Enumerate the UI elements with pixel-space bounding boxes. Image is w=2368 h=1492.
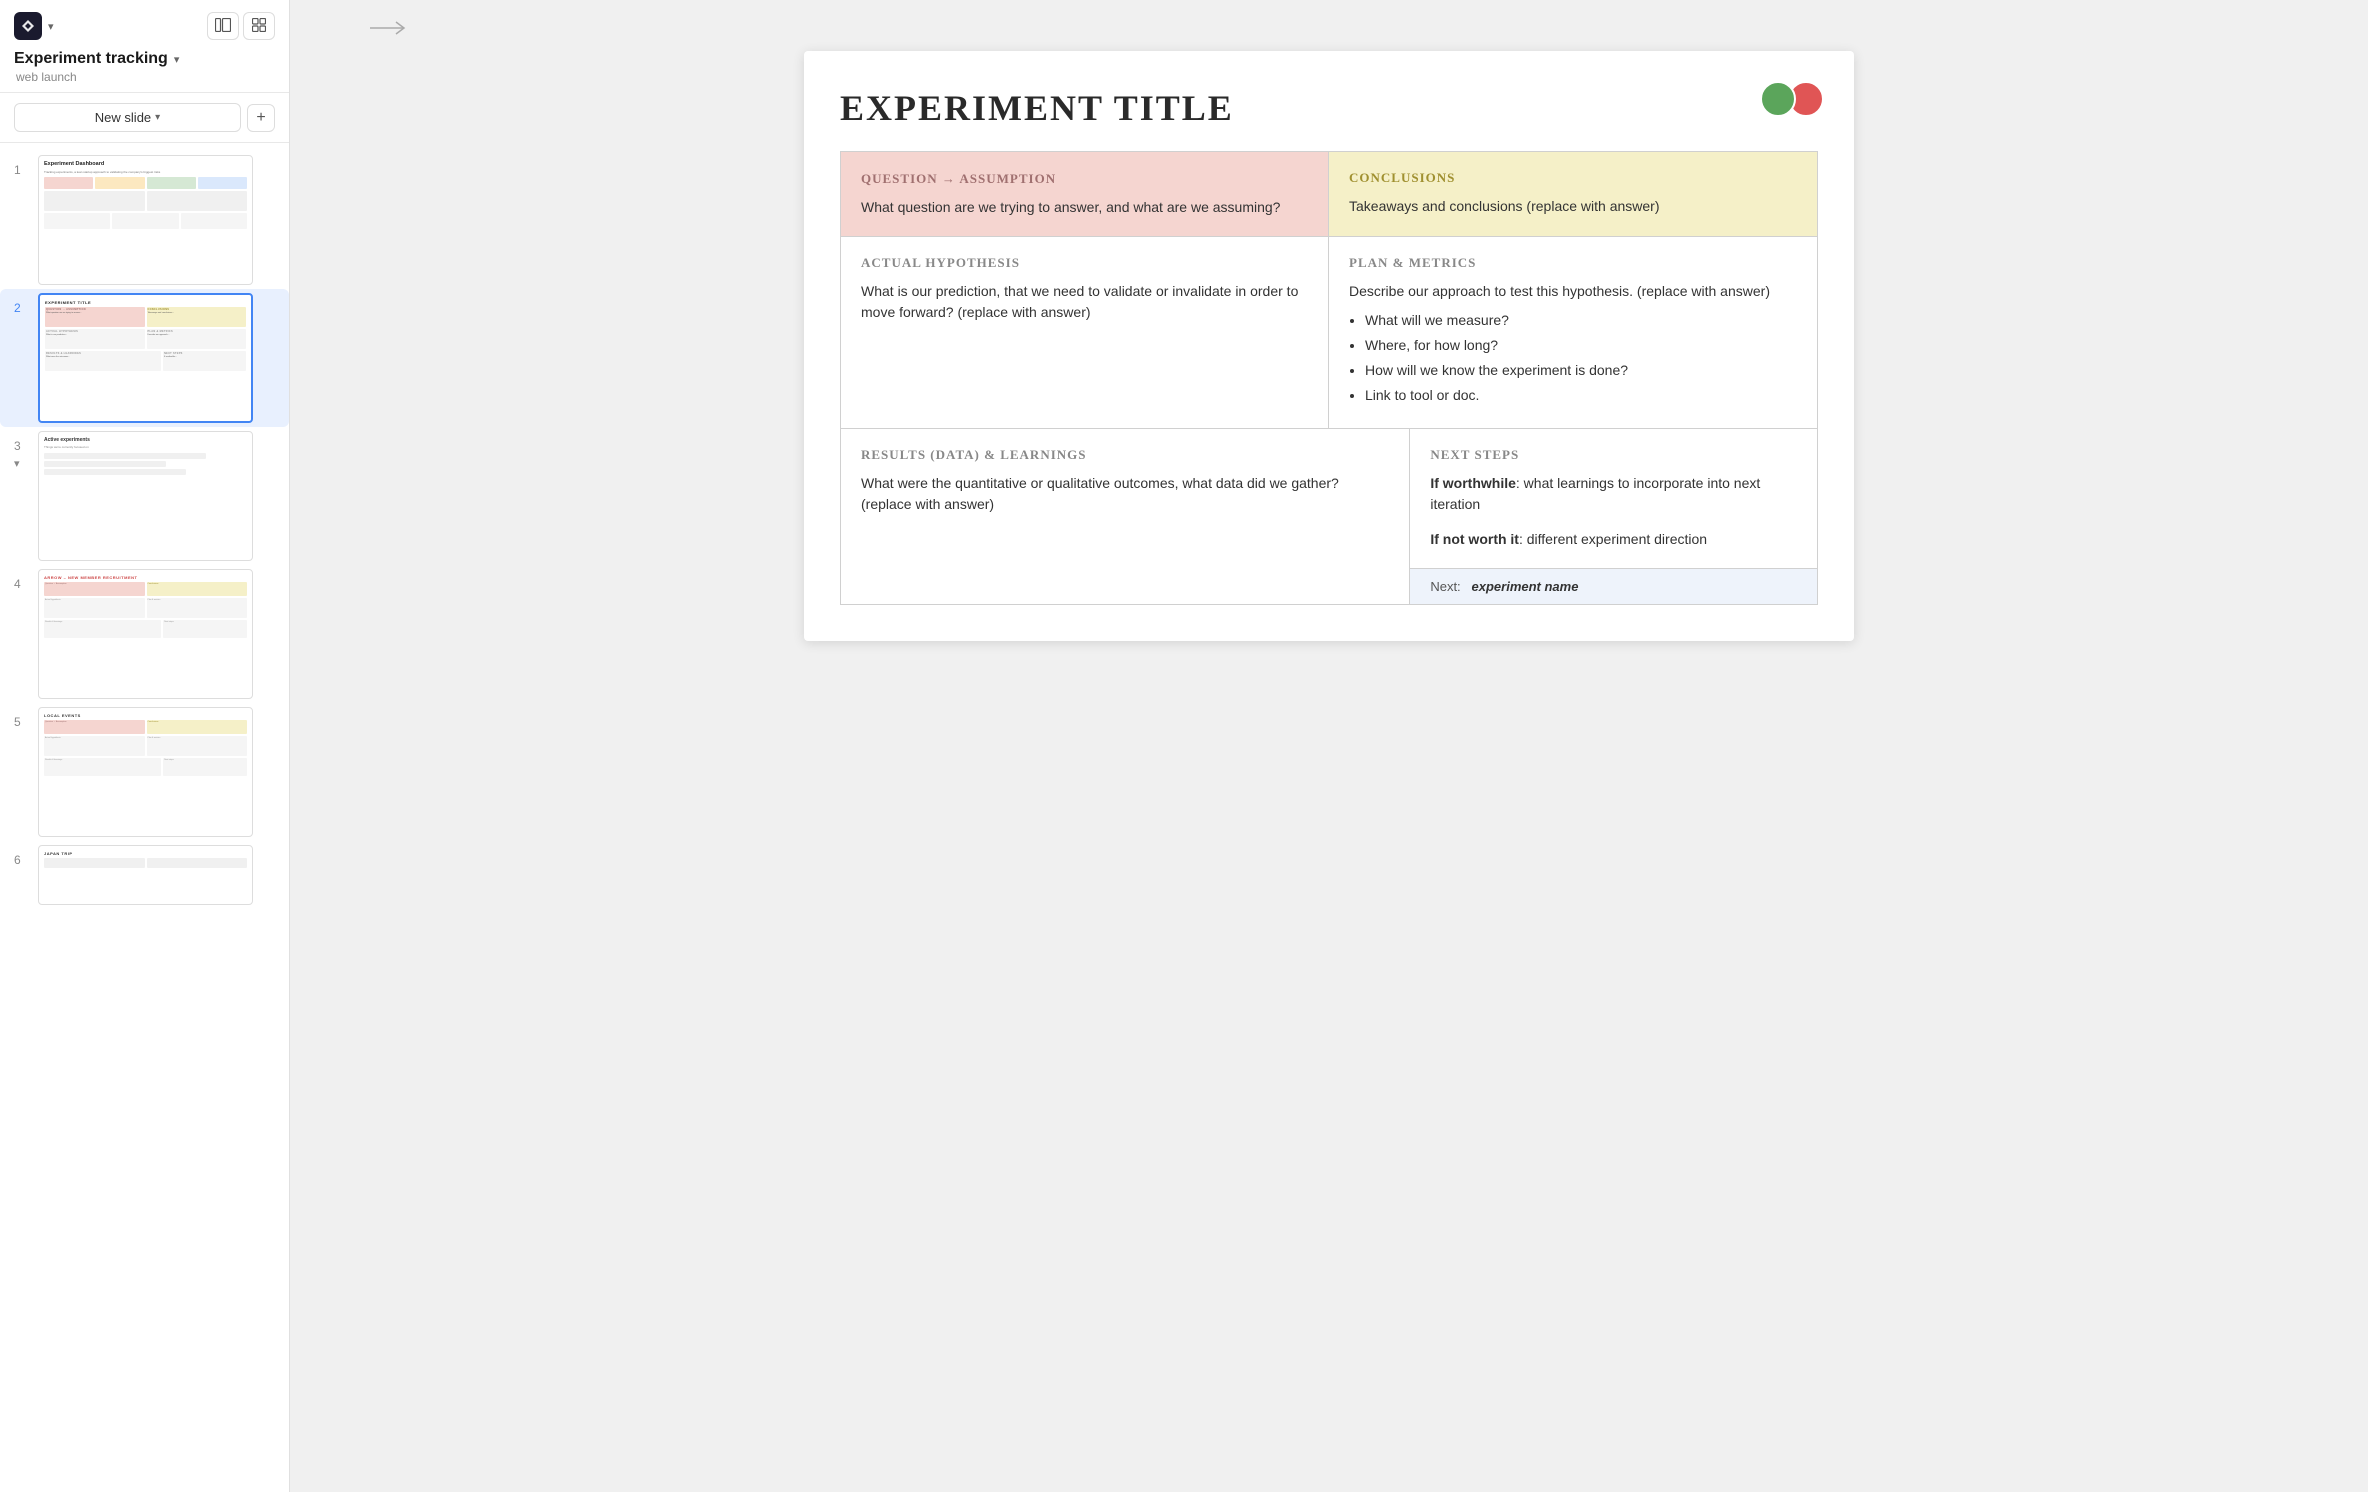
panel-icon [215,18,231,35]
slide-item-1[interactable]: 1 Experiment Dashboard Tracking experime… [0,151,289,289]
slide-content-5: Local events Question → Assumption Concl… [38,707,281,837]
slide-thumbnail-1: Experiment Dashboard Tracking experiment… [38,155,253,285]
project-title-chevron-icon: ▾ [174,53,180,66]
project-title: Experiment tracking [14,50,168,68]
conclusions-heading: Conclusions [1349,170,1797,186]
panel-view-toggle[interactable] [207,12,239,40]
sidebar-header: ▾ [0,0,289,93]
project-title-row[interactable]: Experiment tracking ▾ [14,50,275,68]
sidebar: ▾ [0,0,290,1492]
slide-content-2: Experiment title Question → Assumption W… [38,293,281,423]
results-heading: Results (data) & learnings [861,447,1389,463]
grid-icon [252,18,266,35]
slide-item-4[interactable]: 4 Arrow – new member recruitment Questio… [0,565,289,703]
plan-bullets: What will we measure? Where, for how lon… [1365,310,1797,406]
nextsteps-main: Next steps If worthwhile: what learnings… [1410,429,1817,568]
view-toggles [207,12,275,40]
content-grid: Question → Assumption What question are … [840,151,1818,605]
nextsteps-notworth-body: : different experiment direction [1519,531,1707,547]
slide-number-5: 5 [14,715,30,729]
question-heading: Question → Assumption [861,171,1056,187]
grid-view-toggle[interactable] [243,12,275,40]
main-area: Experiment title Question → Assumption W… [290,0,2368,1492]
hypothesis-body: What is our prediction, that we need to … [861,281,1308,323]
new-slide-chevron-icon: ▾ [155,112,160,123]
plan-bullet-4: Link to tool or doc. [1365,385,1797,406]
conclusions-body: Takeaways and conclusions (replace with … [1349,196,1797,217]
nextsteps-worthwhile: If worthwhile: what learnings to incorpo… [1430,473,1797,515]
app-logo-icon [14,12,42,40]
plan-body: Describe our approach to test this hypot… [1349,281,1797,406]
question-body: What question are we trying to answer, a… [861,197,1308,218]
project-subtitle: web launch [14,70,275,84]
slide-content-4: Arrow – new member recruitment Question … [38,569,281,699]
plan-heading: Plan & metrics [1349,255,1797,271]
slide-main-title: Experiment title [840,87,1818,129]
slide-number-1: 1 [14,163,30,177]
slide-expand-3[interactable]: ▾ [14,457,20,470]
logo-chevron-icon: ▾ [48,20,54,33]
nextsteps-notworth-label: If not worth it [1430,531,1519,547]
nextsteps-notworth: If not worth it: different experiment di… [1430,529,1797,550]
new-slide-label: New slide [95,110,151,125]
next-experiment: experiment name [1472,579,1579,594]
slide-item-6[interactable]: 6 Japan trip [0,841,289,909]
slide-thumbnail-5: Local events Question → Assumption Concl… [38,707,253,837]
cell-conclusions: Conclusions Takeaways and conclusions (r… [1329,152,1817,236]
cell-results: Results (data) & learnings What were the… [841,429,1410,604]
row-bottom: Results (data) & learnings What were the… [841,429,1817,604]
nextsteps-heading: Next steps [1430,447,1797,463]
add-slide-button[interactable]: + [247,104,275,132]
hypothesis-heading: Actual hypothesis [861,255,1308,271]
row-top: Question → Assumption What question are … [841,152,1817,237]
logo-area[interactable]: ▾ [14,12,54,40]
slide-number-2: 2 [14,301,30,315]
results-body: What were the quantitative or qualitativ… [861,473,1389,515]
row-middle: Actual hypothesis What is our prediction… [841,237,1817,429]
slide-content-1: Experiment Dashboard Tracking experiment… [38,155,281,285]
avatar-row [1760,81,1824,117]
cell-plan: Plan & metrics Describe our approach to … [1329,237,1817,428]
slide-item-2[interactable]: 2 Experiment title Question → Assumption… [0,289,289,427]
slide-item-3[interactable]: 3 ▾ Active experiments Things we're curr… [0,427,289,565]
slide-canvas: Experiment title Question → Assumption W… [804,51,1854,641]
logo-row: ▾ [14,12,275,40]
new-slide-button[interactable]: New slide ▾ [14,103,241,132]
slide-number-3: 3 [14,439,30,453]
slide-item-5[interactable]: 5 Local events Question → Assumption Con… [0,703,289,841]
slide-thumbnail-3: Active experiments Things we're currentl… [38,431,253,561]
cell-hypothesis: Actual hypothesis What is our prediction… [841,237,1329,428]
nav-arrow [370,20,410,41]
slide-thumbnail-4: Arrow – new member recruitment Question … [38,569,253,699]
plan-bullet-1: What will we measure? [1365,310,1797,331]
next-label: Next: [1430,579,1460,594]
avatar-green [1760,81,1796,117]
plan-body-intro: Describe our approach to test this hypot… [1349,283,1770,299]
add-icon: + [256,109,265,127]
nextsteps-footer: Next: experiment name [1410,568,1817,604]
slide-number-4: 4 [14,577,30,591]
slide-thumbnail-6: Japan trip [38,845,253,905]
nextsteps-body: If worthwhile: what learnings to incorpo… [1430,473,1797,550]
cell-nextsteps: Next steps If worthwhile: what learnings… [1410,429,1817,604]
slides-list: 1 Experiment Dashboard Tracking experime… [0,143,289,1492]
nextsteps-worthwhile-label: If worthwhile [1430,475,1516,491]
cell-question: Question → Assumption What question are … [841,152,1329,236]
new-slide-bar: New slide ▾ + [0,93,289,143]
slide-content-3: Active experiments Things we're currentl… [38,431,281,561]
plan-bullet-3: How will we know the experiment is done? [1365,360,1797,381]
plan-bullet-2: Where, for how long? [1365,335,1797,356]
slide-content-6: Japan trip [38,845,281,905]
slide-number-6: 6 [14,853,30,867]
slide-thumbnail-2: Experiment title Question → Assumption W… [38,293,253,423]
